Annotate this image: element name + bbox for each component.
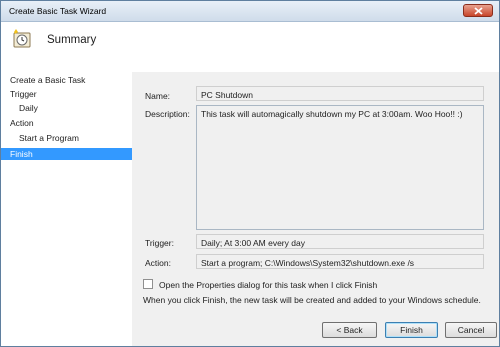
trigger-label: Trigger: (145, 238, 174, 248)
name-field: PC Shutdown (196, 86, 484, 101)
finish-button[interactable]: Finish (385, 322, 438, 338)
summary-panel: Name: PC Shutdown Description: This task… (132, 72, 499, 346)
trigger-field: Daily; At 3:00 AM every day (196, 234, 484, 249)
window-title: Create Basic Task Wizard (9, 6, 107, 16)
sidebar-item-trigger[interactable]: Trigger (1, 88, 132, 100)
open-properties-checkbox[interactable] (143, 279, 153, 289)
action-field: Start a program; C:\Windows\System32\shu… (196, 254, 484, 269)
action-label: Action: (145, 258, 171, 268)
wizard-steps-sidebar: Create a Basic Task Trigger Daily Action… (1, 72, 132, 346)
cancel-button[interactable]: Cancel (445, 322, 497, 338)
open-properties-label[interactable]: Open the Properties dialog for this task… (159, 280, 377, 290)
title-bar[interactable]: Create Basic Task Wizard (1, 1, 499, 22)
sidebar-item-daily[interactable]: Daily (1, 102, 132, 114)
name-label: Name: (145, 91, 171, 101)
finish-info-text: When you click Finish, the new task will… (143, 295, 481, 305)
wizard-window: Create Basic Task Wizard Summary Create … (0, 0, 500, 347)
page-title: Summary (47, 34, 97, 46)
sidebar-item-start-a-program[interactable]: Start a Program (1, 132, 132, 144)
task-clock-icon (13, 29, 31, 48)
description-field: This task will automagically shutdown my… (196, 105, 484, 230)
back-button[interactable]: < Back (322, 322, 377, 338)
sidebar-item-finish[interactable]: Finish (1, 148, 132, 160)
close-button[interactable] (463, 4, 493, 17)
description-label: Description: (145, 109, 190, 119)
wizard-header: Summary (1, 22, 499, 72)
sidebar-item-action[interactable]: Action (1, 117, 132, 129)
close-icon (474, 7, 483, 15)
sidebar-item-create-basic-task[interactable]: Create a Basic Task (1, 74, 132, 86)
